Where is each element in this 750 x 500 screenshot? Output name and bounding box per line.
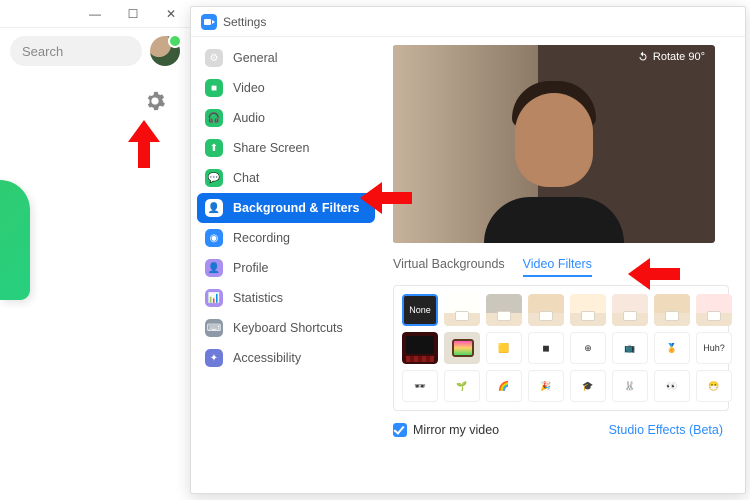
filter-item[interactable]: 😷	[696, 370, 732, 402]
rotate-icon	[637, 51, 649, 63]
nav-item-general[interactable]: ⚙ General	[197, 43, 375, 73]
nav-icon: ⬆	[205, 139, 223, 157]
nav-item-share-screen[interactable]: ⬆ Share Screen	[197, 133, 375, 163]
nav-label: Share Screen	[233, 141, 309, 155]
check-icon	[393, 423, 407, 437]
nav-icon: ✦	[205, 349, 223, 367]
nav-icon: ⚙	[205, 49, 223, 67]
nav-icon: ◉	[205, 229, 223, 247]
studio-effects-link[interactable]: Studio Effects (Beta)	[609, 423, 723, 437]
nav-label: Audio	[233, 111, 265, 125]
gear-icon[interactable]	[144, 90, 166, 112]
settings-content: Rotate 90° Virtual Backgrounds Video Fil…	[381, 37, 745, 493]
nav-label: Statistics	[233, 291, 283, 305]
maximize-button[interactable]: ☐	[114, 0, 152, 28]
annotation-arrow-tab	[628, 256, 684, 292]
filter-item[interactable]: 🟨	[486, 332, 522, 364]
decorative-swoosh	[0, 180, 30, 300]
nav-item-chat[interactable]: 💬 Chat	[197, 163, 375, 193]
nav-label: Profile	[233, 261, 268, 275]
nav-item-keyboard-shortcuts[interactable]: ⌨ Keyboard Shortcuts	[197, 313, 375, 343]
filter-item[interactable]: 📺	[612, 332, 648, 364]
filter-item[interactable]: ◼︎	[528, 332, 564, 364]
filter-item[interactable]: 🏅	[654, 332, 690, 364]
mirror-label: Mirror my video	[413, 423, 499, 437]
nav-icon: 🎧	[205, 109, 223, 127]
filter-item[interactable]: 👀	[654, 370, 690, 402]
nav-item-background-filters[interactable]: 👤 Background & Filters	[197, 193, 375, 223]
nav-icon: 📊	[205, 289, 223, 307]
filter-item[interactable]: 🎉	[528, 370, 564, 402]
filter-item[interactable]	[444, 332, 480, 364]
nav-icon: 👤	[205, 199, 223, 217]
title-bar: ― ☐ ✕	[0, 0, 190, 28]
rotate-label: Rotate 90°	[653, 51, 705, 63]
annotation-arrow-nav	[360, 180, 416, 216]
nav-icon: ■	[205, 79, 223, 97]
filter-item[interactable]	[654, 294, 690, 326]
minimize-button[interactable]: ―	[76, 0, 114, 28]
filter-item[interactable]	[444, 294, 480, 326]
nav-icon: 👤	[205, 259, 223, 277]
nav-label: Background & Filters	[233, 201, 359, 215]
settings-title: Settings	[223, 15, 266, 29]
settings-header: Settings	[191, 7, 745, 37]
filter-item[interactable]: 🌱	[444, 370, 480, 402]
nav-item-accessibility[interactable]: ✦ Accessibility	[197, 343, 375, 373]
avatar[interactable]	[150, 36, 180, 66]
search-placeholder: Search	[22, 44, 63, 59]
main-window: ― ☐ ✕ Search	[0, 0, 190, 500]
nav-label: General	[233, 51, 277, 65]
nav-label: Keyboard Shortcuts	[233, 321, 343, 335]
nav-label: Recording	[233, 231, 290, 245]
nav-item-recording[interactable]: ◉ Recording	[197, 223, 375, 253]
mirror-checkbox[interactable]: Mirror my video	[393, 423, 499, 437]
nav-item-video[interactable]: ■ Video	[197, 73, 375, 103]
tab-video-filters[interactable]: Video Filters	[523, 257, 592, 277]
filter-item[interactable]	[696, 294, 732, 326]
filter-item[interactable]	[402, 332, 438, 364]
nav-icon: 💬	[205, 169, 223, 187]
filter-item[interactable]: Huh?	[696, 332, 732, 364]
nav-item-statistics[interactable]: 📊 Statistics	[197, 283, 375, 313]
annotation-arrow-gear	[124, 120, 164, 170]
nav-label: Accessibility	[233, 351, 301, 365]
zoom-icon	[201, 14, 217, 30]
search-input[interactable]: Search	[10, 36, 142, 66]
settings-sidebar: ⚙ General ■ Video 🎧 Audio ⬆ Share Screen 💬 Chat 👤 B…	[191, 37, 381, 493]
filter-item[interactable]: 🎓	[570, 370, 606, 402]
close-button[interactable]: ✕	[152, 0, 190, 28]
nav-label: Video	[233, 81, 265, 95]
nav-item-audio[interactable]: 🎧 Audio	[197, 103, 375, 133]
rotate-button[interactable]: Rotate 90°	[637, 51, 705, 63]
filter-item[interactable]	[528, 294, 564, 326]
tab-virtual-backgrounds[interactable]: Virtual Backgrounds	[393, 257, 505, 277]
filter-item[interactable]: 🌈	[486, 370, 522, 402]
filter-item[interactable]: ⊕	[570, 332, 606, 364]
footer-row: Mirror my video Studio Effects (Beta)	[393, 423, 723, 437]
nav-label: Chat	[233, 171, 259, 185]
search-row: Search	[0, 28, 190, 74]
video-preview: Rotate 90°	[393, 45, 715, 243]
filter-item[interactable]	[570, 294, 606, 326]
filter-item[interactable]: 🕶	[402, 370, 438, 402]
filter-item[interactable]	[486, 294, 522, 326]
filter-item[interactable]	[612, 294, 648, 326]
nav-item-profile[interactable]: 👤 Profile	[197, 253, 375, 283]
filters-grid: None 🟨◼︎⊕📺🏅Huh? 🕶🌱🌈🎉🎓🐰👀😷	[393, 285, 729, 411]
filter-item[interactable]: 🐰	[612, 370, 648, 402]
settings-dialog: Settings ⚙ General ■ Video 🎧 Audio ⬆ Share Scre…	[190, 6, 746, 494]
filter-item[interactable]: None	[402, 294, 438, 326]
nav-icon: ⌨	[205, 319, 223, 337]
